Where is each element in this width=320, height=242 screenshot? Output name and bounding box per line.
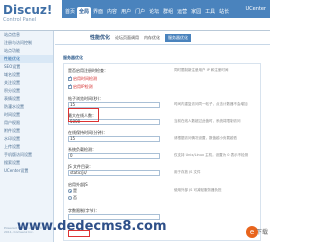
site-watermark: www.dedecms8.com — [17, 219, 167, 234]
nav-item-content[interactable]: 内容 — [105, 7, 119, 18]
sidebar-item-search[interactable]: 搜索设置 — [0, 159, 53, 167]
sidebar-item-site-info[interactable]: 站点信息 — [0, 31, 53, 39]
page-title: 性能优化 — [90, 35, 111, 41]
top-bar: Discuz! Control Panel 首页 全局 界面 内容 用户 门户 … — [0, 0, 270, 31]
sidebar-item-watermark[interactable]: 水印设置 — [0, 135, 53, 143]
field-7-option-1[interactable]: 是 — [68, 188, 77, 194]
field-2-hint: 时间内重复访问同一帖子，点击计数器不会增加 — [174, 102, 248, 106]
field-5-hint: 仅支持 Unix/Linux 主机，设置为 0 表示不检测 — [174, 153, 249, 157]
field-7-option-1-label: 是 — [73, 188, 77, 193]
field-1-check-1-label: 启用时间检测 — [73, 76, 97, 81]
checkbox-icon[interactable] — [68, 83, 72, 89]
field-3-hint: 当前在线人数超过此值时，系统将限制访问 — [174, 119, 241, 123]
field-1-check-1[interactable]: 启用时间检测 — [68, 75, 97, 82]
field-4-input[interactable]: 15 — [68, 136, 160, 142]
nav-item-global[interactable]: 全局 — [77, 7, 92, 18]
field-6-input[interactable]: static/js/ — [68, 170, 160, 176]
field-1-check-2-label: 启用IP检测 — [73, 84, 93, 89]
field-7-hint: 使用外部 JS 可减轻服务器负担 — [174, 188, 222, 192]
nav-item-home2[interactable]: 家园 — [189, 7, 203, 18]
nav-item-home[interactable]: 首页 — [63, 7, 77, 18]
logo-area: Discuz! Control Panel — [3, 3, 52, 23]
nav-item-admin[interactable]: 站长 — [217, 7, 231, 18]
sidebar-item-time[interactable]: 时间设置 — [0, 111, 53, 119]
sidebar-item-ucenter[interactable]: UCenter设置 — [0, 167, 53, 175]
radio-icon[interactable] — [68, 196, 72, 200]
main-content: 性能优化 论坛页面调用 内存优化 服务器优化 服务器优化 是否启用注册时检查： … — [55, 31, 270, 242]
sidebar-item-credits[interactable]: 积分设置 — [0, 87, 53, 95]
nav-item-group[interactable]: 群组 — [161, 7, 175, 18]
app-subtitle: Control Panel — [3, 17, 37, 23]
field-7-option-2[interactable]: 否 — [68, 195, 77, 201]
top-nav: 首页 全局 界面 内容 用户 门户 论坛 群组 运营 家园 工具 站长 UCen… — [62, 0, 270, 18]
tab-forum-page[interactable]: 论坛页面调用 — [115, 35, 139, 41]
field-5-input[interactable]: 0 — [68, 153, 160, 159]
nav-item-ucenter[interactable]: UCenter — [244, 4, 269, 15]
sidebar-item-domain[interactable]: 域名设置 — [0, 71, 53, 79]
nav-item-ops[interactable]: 运营 — [175, 7, 189, 18]
sidebar-item-attachments[interactable]: 附件设置 — [0, 127, 53, 135]
sidebar-item-register-access[interactable]: 注册与访问控制 — [0, 39, 53, 47]
sidebar: 站点信息 注册与访问控制 站点功能 性能优化 SEO设置 域名设置 关注设置 积… — [0, 31, 54, 242]
section-title: 服务器优化 — [63, 55, 83, 60]
sidebar-item-performance[interactable]: 性能优化 — [0, 55, 53, 63]
sidebar-item-site-functions[interactable]: 站点功能 — [0, 47, 53, 55]
sidebar-item-upload[interactable]: 上传设置 — [0, 143, 53, 151]
nav-item-forum[interactable]: 论坛 — [147, 7, 161, 18]
field-1-hint: 同时限制新注册用户 IP 和注册时间 — [174, 68, 229, 72]
nav-item-portal[interactable]: 门户 — [133, 7, 147, 18]
sidebar-item-follow[interactable]: 关注设置 — [0, 79, 53, 87]
nav-item-interface[interactable]: 界面 — [91, 7, 105, 18]
field-1-check-2[interactable]: 启用IP检测 — [68, 83, 93, 90]
sidebar-item-antispam[interactable]: 防灌水设置 — [0, 103, 53, 111]
sidebar-item-permissions[interactable]: 用户权限 — [0, 119, 53, 127]
tabs-bar: 性能优化 论坛页面调用 内存优化 服务器优化 — [55, 31, 270, 45]
field-7-option-2-label: 否 — [73, 195, 77, 200]
radio-icon[interactable] — [68, 189, 72, 193]
checkbox-icon[interactable] — [68, 75, 72, 81]
app-logo: Discuz! — [3, 3, 53, 17]
tab-memory[interactable]: 内存优化 — [144, 35, 160, 41]
sidebar-item-smilies[interactable]: 表情设置 — [0, 95, 53, 103]
field-4-hint: 请根据访问情况设置，数值越小负载越低 — [174, 136, 237, 140]
nav-item-tools[interactable]: 工具 — [203, 7, 217, 18]
sidebar-item-seo[interactable]: SEO设置 — [0, 63, 53, 71]
nav-item-users[interactable]: 用户 — [119, 7, 133, 18]
sidebar-item-mobile[interactable]: 手机版访问设置 — [0, 151, 53, 159]
settings-box: 是否启用注册时检查： 同时限制新注册用户 IP 和注册时间 启用时间检测 启用I… — [63, 63, 261, 241]
tab-server[interactable]: 服务器优化 — [165, 33, 192, 42]
field-1-label: 是否启用注册时检查： — [68, 68, 108, 73]
field-6-hint: 用于存放 JS 文件 — [174, 170, 201, 174]
highlight-box-checks — [68, 108, 99, 122]
download-badge-text: 下载 — [255, 229, 268, 236]
